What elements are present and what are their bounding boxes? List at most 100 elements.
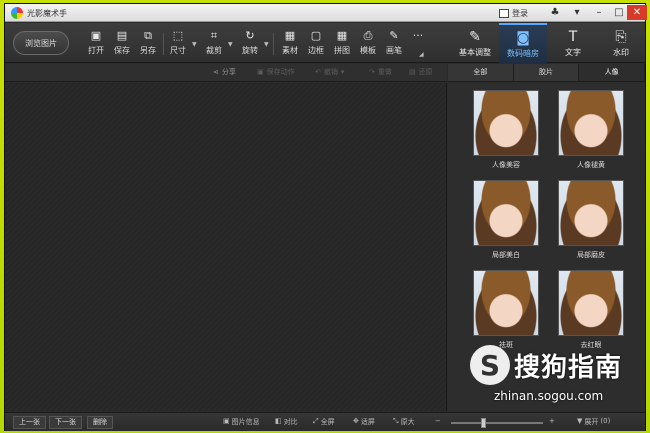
compare-button[interactable]: ◧ 对比 (275, 417, 298, 427)
template-icon: ⎙ (363, 29, 373, 42)
more-tools-button[interactable]: ··· (405, 29, 431, 59)
size-label: 尺寸 (170, 46, 186, 55)
minimize-button[interactable]: – (589, 5, 609, 20)
tab-watermark-label: 水印 (613, 47, 629, 57)
image-info-button[interactable]: ▣ 图片信息 (223, 417, 260, 427)
app-title: 光影魔术手 (27, 9, 67, 18)
original-size-button[interactable]: ⤡ 原大 (393, 417, 415, 427)
material-button[interactable]: ▦ 素材 (277, 29, 303, 59)
redo-button[interactable]: ↷ 重做 (369, 67, 392, 77)
camera-icon: ◙ (516, 29, 530, 46)
original-size-icon: ⤡ (393, 417, 399, 425)
border-label: 边框 (308, 46, 324, 55)
watermark-icon: ⎘ (615, 28, 627, 45)
delete-button[interactable]: 删除 (87, 416, 113, 429)
toolbar-divider (273, 33, 274, 55)
save-action-label: 保存动作 (266, 68, 295, 76)
tab-text[interactable]: T 文字 (549, 23, 597, 63)
effect-label: 人像美容 (492, 161, 520, 169)
redo-icon: ↷ (369, 68, 375, 76)
brush-label: 画笔 (386, 46, 402, 55)
zoom-in-button[interactable]: + (549, 417, 555, 425)
toolbar-divider (163, 33, 164, 55)
share-button[interactable]: ⋖ 分享 (213, 67, 236, 77)
undo-icon: ↶ (315, 68, 321, 76)
save-action-icon: ▣ (257, 68, 264, 76)
effect-thumbnail[interactable] (558, 180, 624, 246)
chevron-down-icon: ▼ (577, 417, 583, 425)
fullscreen-icon: ⤢ (313, 417, 319, 425)
fullscreen-button[interactable]: ⤢ 全屏 (313, 417, 335, 427)
zoom-slider-knob[interactable] (480, 418, 486, 428)
browse-images-button[interactable]: 浏览图片 (13, 31, 69, 55)
text-icon: T (568, 28, 578, 45)
info-icon: ▣ (223, 417, 230, 425)
crop-button[interactable]: ⌗ 裁剪 (201, 29, 227, 59)
undo-label: 撤销 (323, 68, 338, 76)
fullscreen-label: 全屏 (320, 418, 335, 426)
effect-thumbnail[interactable] (473, 180, 539, 246)
size-dropdown-icon[interactable]: ▼ (192, 41, 197, 48)
restore-button[interactable]: ▤ 还原 (409, 67, 433, 77)
undo-button[interactable]: ↶ 撤销 ▾ (315, 67, 344, 77)
tab-portrait[interactable]: 人像 (579, 64, 646, 81)
tab-basic-adjust[interactable]: ✎ 基本调整 (451, 23, 499, 63)
original-size-label: 原大 (400, 418, 415, 426)
save-action-button[interactable]: ▣ 保存动作 (257, 67, 295, 77)
expand-filmstrip-button[interactable]: ▼ 展开 (0) (577, 417, 610, 427)
undo-dropdown-icon[interactable]: ▾ (341, 68, 345, 76)
template-label: 模板 (360, 46, 376, 55)
skin-button[interactable]: ♣ (545, 5, 565, 20)
compare-icon: ◧ (275, 417, 282, 425)
save-label: 保存 (114, 46, 130, 55)
maximize-button[interactable]: □ (609, 5, 629, 20)
tab-digital-darkroom[interactable]: ◙ 数码暗房 (499, 23, 547, 63)
close-button[interactable]: ✕ (627, 5, 647, 20)
login-button[interactable]: 登录 (499, 6, 539, 20)
rotate-button[interactable]: ↻ 旋转 (237, 29, 263, 59)
login-label: 登录 (512, 8, 528, 18)
prev-image-button[interactable]: 上一张 (13, 416, 46, 429)
toolbar-expand-icon[interactable]: ◢ (419, 51, 424, 58)
close-icon: ✕ (632, 7, 642, 18)
open-icon: ▣ (90, 29, 102, 42)
border-icon: ▢ (310, 29, 322, 42)
tab-film[interactable]: 胶片 (513, 64, 580, 81)
share-label: 分享 (221, 68, 236, 76)
maximize-icon: □ (614, 7, 624, 18)
tab-basic-adjust-label: 基本调整 (459, 47, 491, 57)
next-image-button[interactable]: 下一张 (49, 416, 82, 429)
collage-button[interactable]: ▦ 拼图 (329, 29, 355, 59)
status-bar: 上一张 下一张 删除 ▣ 图片信息 ◧ 对比 ⤢ 全屏 ✥ 适屏 ⤡ 原大 − … (5, 412, 645, 431)
effect-thumbnail[interactable] (473, 270, 539, 336)
restore-label: 还原 (418, 68, 433, 76)
tab-digital-darkroom-label: 数码暗房 (507, 48, 539, 58)
main-menu-button[interactable]: ▾ (567, 5, 587, 20)
effect-thumbnail[interactable] (558, 270, 624, 336)
save-button[interactable]: ▤ 保存 (109, 29, 135, 59)
save-icon: ▤ (116, 29, 128, 42)
size-button[interactable]: ⬚ 尺寸 (165, 29, 191, 59)
image-canvas[interactable] (5, 83, 447, 411)
effect-thumbnail[interactable] (558, 90, 624, 156)
tab-watermark[interactable]: ⎘ 水印 (597, 23, 645, 63)
size-icon: ⬚ (172, 29, 184, 42)
fit-screen-button[interactable]: ✥ 适屏 (353, 417, 375, 427)
rotate-dropdown-icon[interactable]: ▼ (264, 41, 269, 48)
effect-thumbnail[interactable] (473, 90, 539, 156)
crop-dropdown-icon[interactable]: ▼ (228, 41, 233, 48)
effect-label: 人像褪黄 (577, 161, 605, 169)
brush-button[interactable]: ✎ 画笔 (381, 29, 407, 59)
expand-label: 展开 (584, 418, 599, 426)
open-button[interactable]: ▣ 打开 (83, 29, 109, 59)
template-button[interactable]: ⎙ 模板 (355, 29, 381, 59)
border-button[interactable]: ▢ 边框 (303, 29, 329, 59)
material-icon: ▦ (284, 29, 296, 42)
tab-all[interactable]: 全部 (448, 64, 514, 81)
zoom-slider[interactable] (451, 418, 543, 428)
expand-count: (0) (600, 417, 611, 425)
zoom-out-button[interactable]: − (435, 417, 441, 425)
restore-icon: ▤ (409, 68, 416, 76)
rotate-label: 旋转 (242, 46, 258, 55)
save-as-button[interactable]: ⧉ 另存 (135, 29, 161, 59)
